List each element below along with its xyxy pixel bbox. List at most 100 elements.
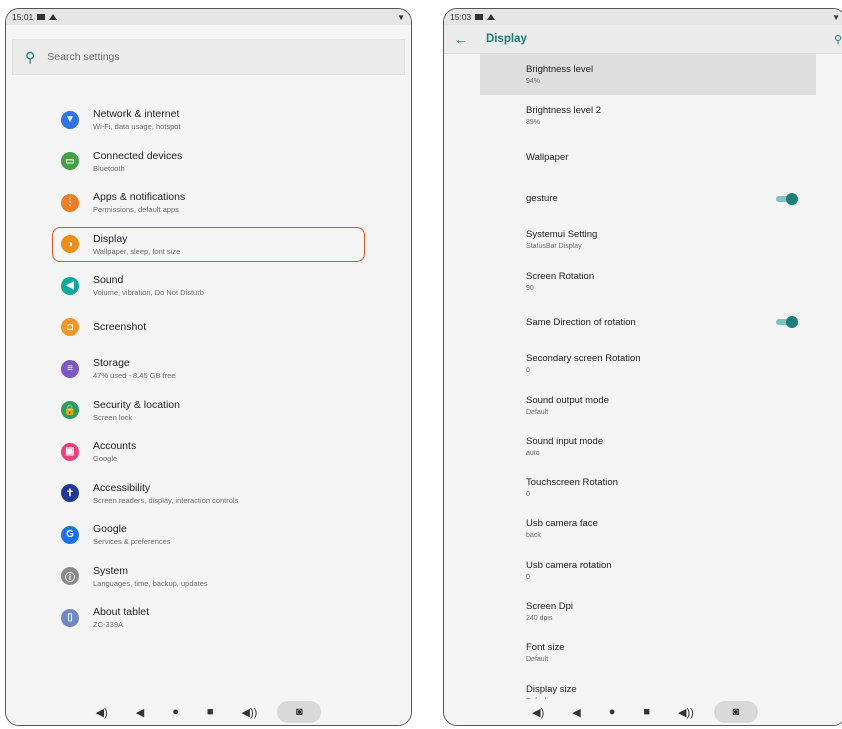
display-item-usb-camera-face[interactable]: Usb camera face back <box>444 508 842 549</box>
settings-item-accessibility[interactable]: ✝ Accessibility Screen readers, display, i… <box>6 473 411 515</box>
item-subtitle: StatusBar Display <box>526 243 582 251</box>
home-button[interactable]: ● <box>172 706 179 718</box>
system-icon: ⓘ <box>61 567 79 586</box>
settings-item-apps-notifications[interactable]: ⋮ Apps & notifications Permissions, defaul… <box>6 182 411 224</box>
item-title: Display size <box>526 683 577 695</box>
search-icon: ⚲ <box>25 48 36 65</box>
display-item-brightness-level-2[interactable]: Brightness level 2 89% <box>444 95 842 136</box>
display-item-same-direction-of-rotation[interactable]: Same Direction of rotation <box>444 302 842 343</box>
item-title: Storage <box>93 357 130 370</box>
item-title: Systemui Setting <box>526 229 598 241</box>
volume-down-icon[interactable]: ◀) <box>96 706 108 719</box>
item-subtitle: Bluetooth <box>93 163 125 173</box>
settings-item-sound[interactable]: ◀ Sound Volume, vibration, Do Not Disturb <box>6 265 411 307</box>
item-title: Sound <box>93 274 124 287</box>
settings-item-display[interactable]: ◑ Display Wallpaper, sleep, font size <box>6 224 411 266</box>
volume-down-icon[interactable]: ◀) <box>532 706 544 719</box>
wifi-signal-icon: ▼ <box>832 12 840 22</box>
status-bar: 15:03 ▼ <box>444 9 842 25</box>
item-subtitle: back <box>526 532 541 540</box>
settings-screen: 15:01 ▼ ⚲ Search settings ▼ Network & int… <box>5 8 412 726</box>
item-title: Font size <box>526 642 565 654</box>
wifi-icon: ▼ <box>61 110 79 129</box>
item-subtitle: 47% used - 8.45 GB free <box>93 371 176 381</box>
display-item-systemui-setting[interactable]: Systemui Setting StatusBar Display <box>444 219 842 260</box>
toggle-switch[interactable] <box>774 316 798 329</box>
item-title: Brightness level 2 <box>526 105 601 117</box>
settings-item-security-location[interactable]: 🔒 Security & location Screen lock <box>6 390 411 432</box>
notification-icon <box>475 14 484 20</box>
display-item-sound-input-mode[interactable]: Sound input mode auto <box>444 426 842 467</box>
back-button[interactable]: ◀ <box>136 706 144 719</box>
item-title: Network & internet <box>93 108 180 121</box>
display-item-sound-output-mode[interactable]: Sound output mode Default <box>444 384 842 425</box>
settings-item-screenshot[interactable]: ◘ Screenshot <box>6 307 411 349</box>
item-subtitle: Google <box>93 454 118 464</box>
toggle-knob <box>786 316 798 329</box>
item-subtitle: ZC-339A <box>93 620 124 630</box>
settings-item-accounts[interactable]: ▣ Accounts Google <box>6 431 411 473</box>
screenshot-icon: ◘ <box>61 318 79 337</box>
back-arrow-icon[interactable]: ← <box>454 31 468 47</box>
google-icon: G <box>61 525 79 544</box>
item-title: System <box>93 564 129 577</box>
item-subtitle: 0 <box>526 573 530 581</box>
screenshot-camera-button[interactable]: ◙ <box>277 701 322 723</box>
recents-button[interactable]: ■ <box>207 706 214 718</box>
item-title: Accessibility <box>93 481 151 494</box>
item-title: Sound input mode <box>526 435 604 447</box>
search-icon[interactable]: ⚲ <box>834 33 842 46</box>
item-title: gesture <box>526 193 558 205</box>
item-title: Screenshot <box>93 321 147 334</box>
item-subtitle: 89% <box>526 119 541 127</box>
item-title: Connected devices <box>93 149 183 162</box>
toggle-switch[interactable] <box>774 192 798 205</box>
search-settings-bar[interactable]: ⚲ Search settings <box>12 39 405 75</box>
settings-item-about-tablet[interactable]: ▯ About tablet ZC-339A <box>6 597 411 639</box>
home-button[interactable]: ● <box>609 706 616 718</box>
item-title: Secondary screen Rotation <box>526 353 641 365</box>
item-title: Apps & notifications <box>93 191 186 204</box>
display-item-brightness-level[interactable]: Brightness level 94% <box>480 54 816 96</box>
display-item-wallpaper[interactable]: Wallpaper <box>444 137 842 178</box>
sound-icon: ◀ <box>61 276 79 295</box>
item-subtitle: 90 <box>526 284 534 292</box>
recents-button[interactable]: ■ <box>643 706 650 718</box>
item-subtitle: Services & preferences <box>93 537 171 547</box>
display-item-touchscreen-rotation[interactable]: Touchscreen Rotation 0 <box>444 467 842 508</box>
settings-item-storage[interactable]: ≡ Storage 47% used - 8.45 GB free <box>6 348 411 390</box>
upload-icon <box>49 14 58 20</box>
page-title: Display <box>486 33 527 45</box>
item-title: Touchscreen Rotation <box>526 477 618 489</box>
item-subtitle: Default <box>526 408 549 416</box>
display-item-screen-rotation[interactable]: Screen Rotation 90 <box>444 260 842 301</box>
storage-icon: ≡ <box>61 359 79 378</box>
item-subtitle: Languages, time, backup, updates <box>93 578 208 588</box>
display-item-font-size[interactable]: Font size Default <box>444 632 842 673</box>
item-subtitle: auto <box>526 449 540 457</box>
item-title: Same Direction of rotation <box>526 316 636 328</box>
display-item-secondary-screen-rotation[interactable]: Secondary screen Rotation 0 <box>444 343 842 384</box>
item-title: Accounts <box>93 440 137 453</box>
item-subtitle: Default <box>526 656 549 664</box>
settings-item-google[interactable]: G Google Services & preferences <box>6 514 411 556</box>
back-button[interactable]: ◀ <box>572 706 580 719</box>
settings-item-network-internet[interactable]: ▼ Network & internet Wi-Fi, data usage, ho… <box>6 99 411 141</box>
search-placeholder: Search settings <box>47 51 120 63</box>
wifi-signal-icon: ▼ <box>397 12 405 22</box>
volume-up-icon[interactable]: ◀)) <box>242 706 258 719</box>
volume-up-icon[interactable]: ◀)) <box>678 706 694 719</box>
settings-item-system[interactable]: ⓘ System Languages, time, backup, updates <box>6 556 411 598</box>
display-item-gesture[interactable]: gesture <box>444 178 842 219</box>
item-title: Usb camera rotation <box>526 559 612 571</box>
item-subtitle: Permissions, default apps <box>93 205 179 215</box>
status-time: 15:01 <box>12 12 34 22</box>
navigation-bar: ◀) ◀ ● ■ ◀)) ◙ <box>6 699 411 725</box>
display-item-screen-dpi[interactable]: Screen Dpi 240 dpis <box>444 591 842 632</box>
display-item-usb-camera-rotation[interactable]: Usb camera rotation 0 <box>444 550 842 591</box>
item-subtitle: Screen lock <box>93 412 133 422</box>
item-subtitle: 240 dpis <box>526 615 553 622</box>
upload-icon <box>487 14 496 20</box>
screenshot-camera-button[interactable]: ◙ <box>713 701 758 723</box>
settings-item-connected-devices[interactable]: ▭ Connected devices Bluetooth <box>6 141 411 183</box>
